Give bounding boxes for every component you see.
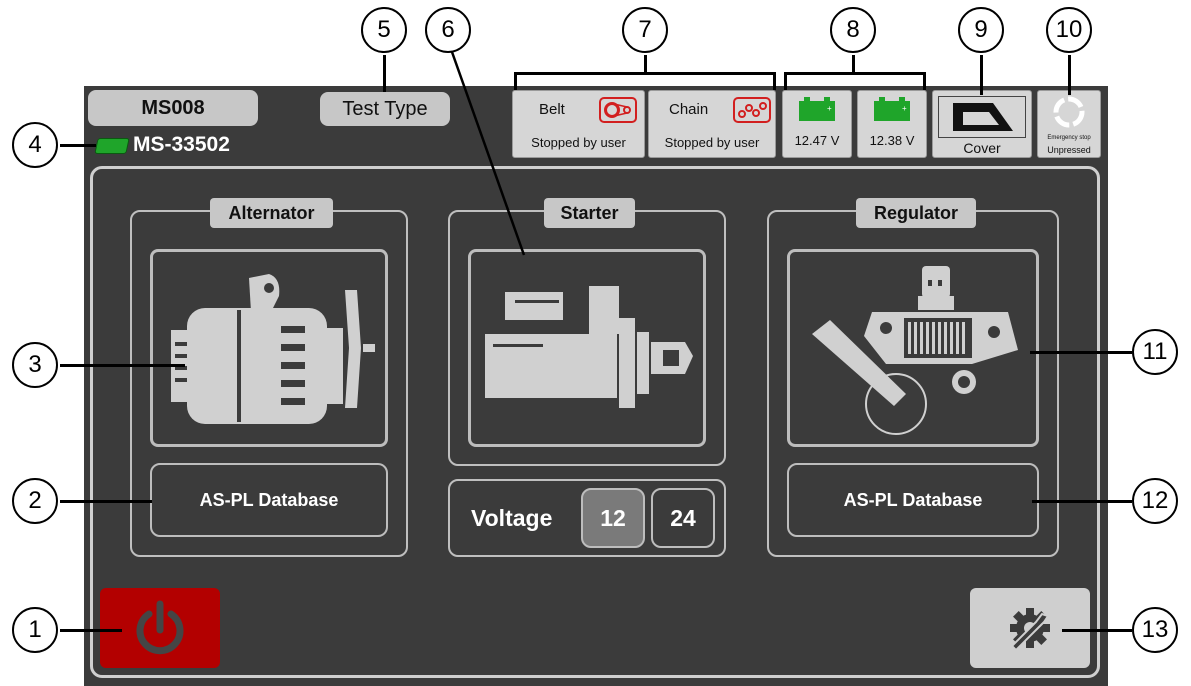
callout-6: 6 xyxy=(425,7,471,53)
callout-12: 12 xyxy=(1132,478,1178,524)
callout-1: 1 xyxy=(12,607,58,653)
callout-11: 11 xyxy=(1132,329,1178,375)
callout-8: 8 xyxy=(830,7,876,53)
callout-3: 3 xyxy=(12,342,58,388)
callout-7: 7 xyxy=(622,7,668,53)
callout-5: 5 xyxy=(361,7,407,53)
callout-13: 13 xyxy=(1132,607,1178,653)
callout-9: 9 xyxy=(958,7,1004,53)
callout-2: 2 xyxy=(12,478,58,524)
callout-4: 4 xyxy=(12,122,58,168)
callout-10: 10 xyxy=(1046,7,1092,53)
leader-6 xyxy=(450,51,526,256)
